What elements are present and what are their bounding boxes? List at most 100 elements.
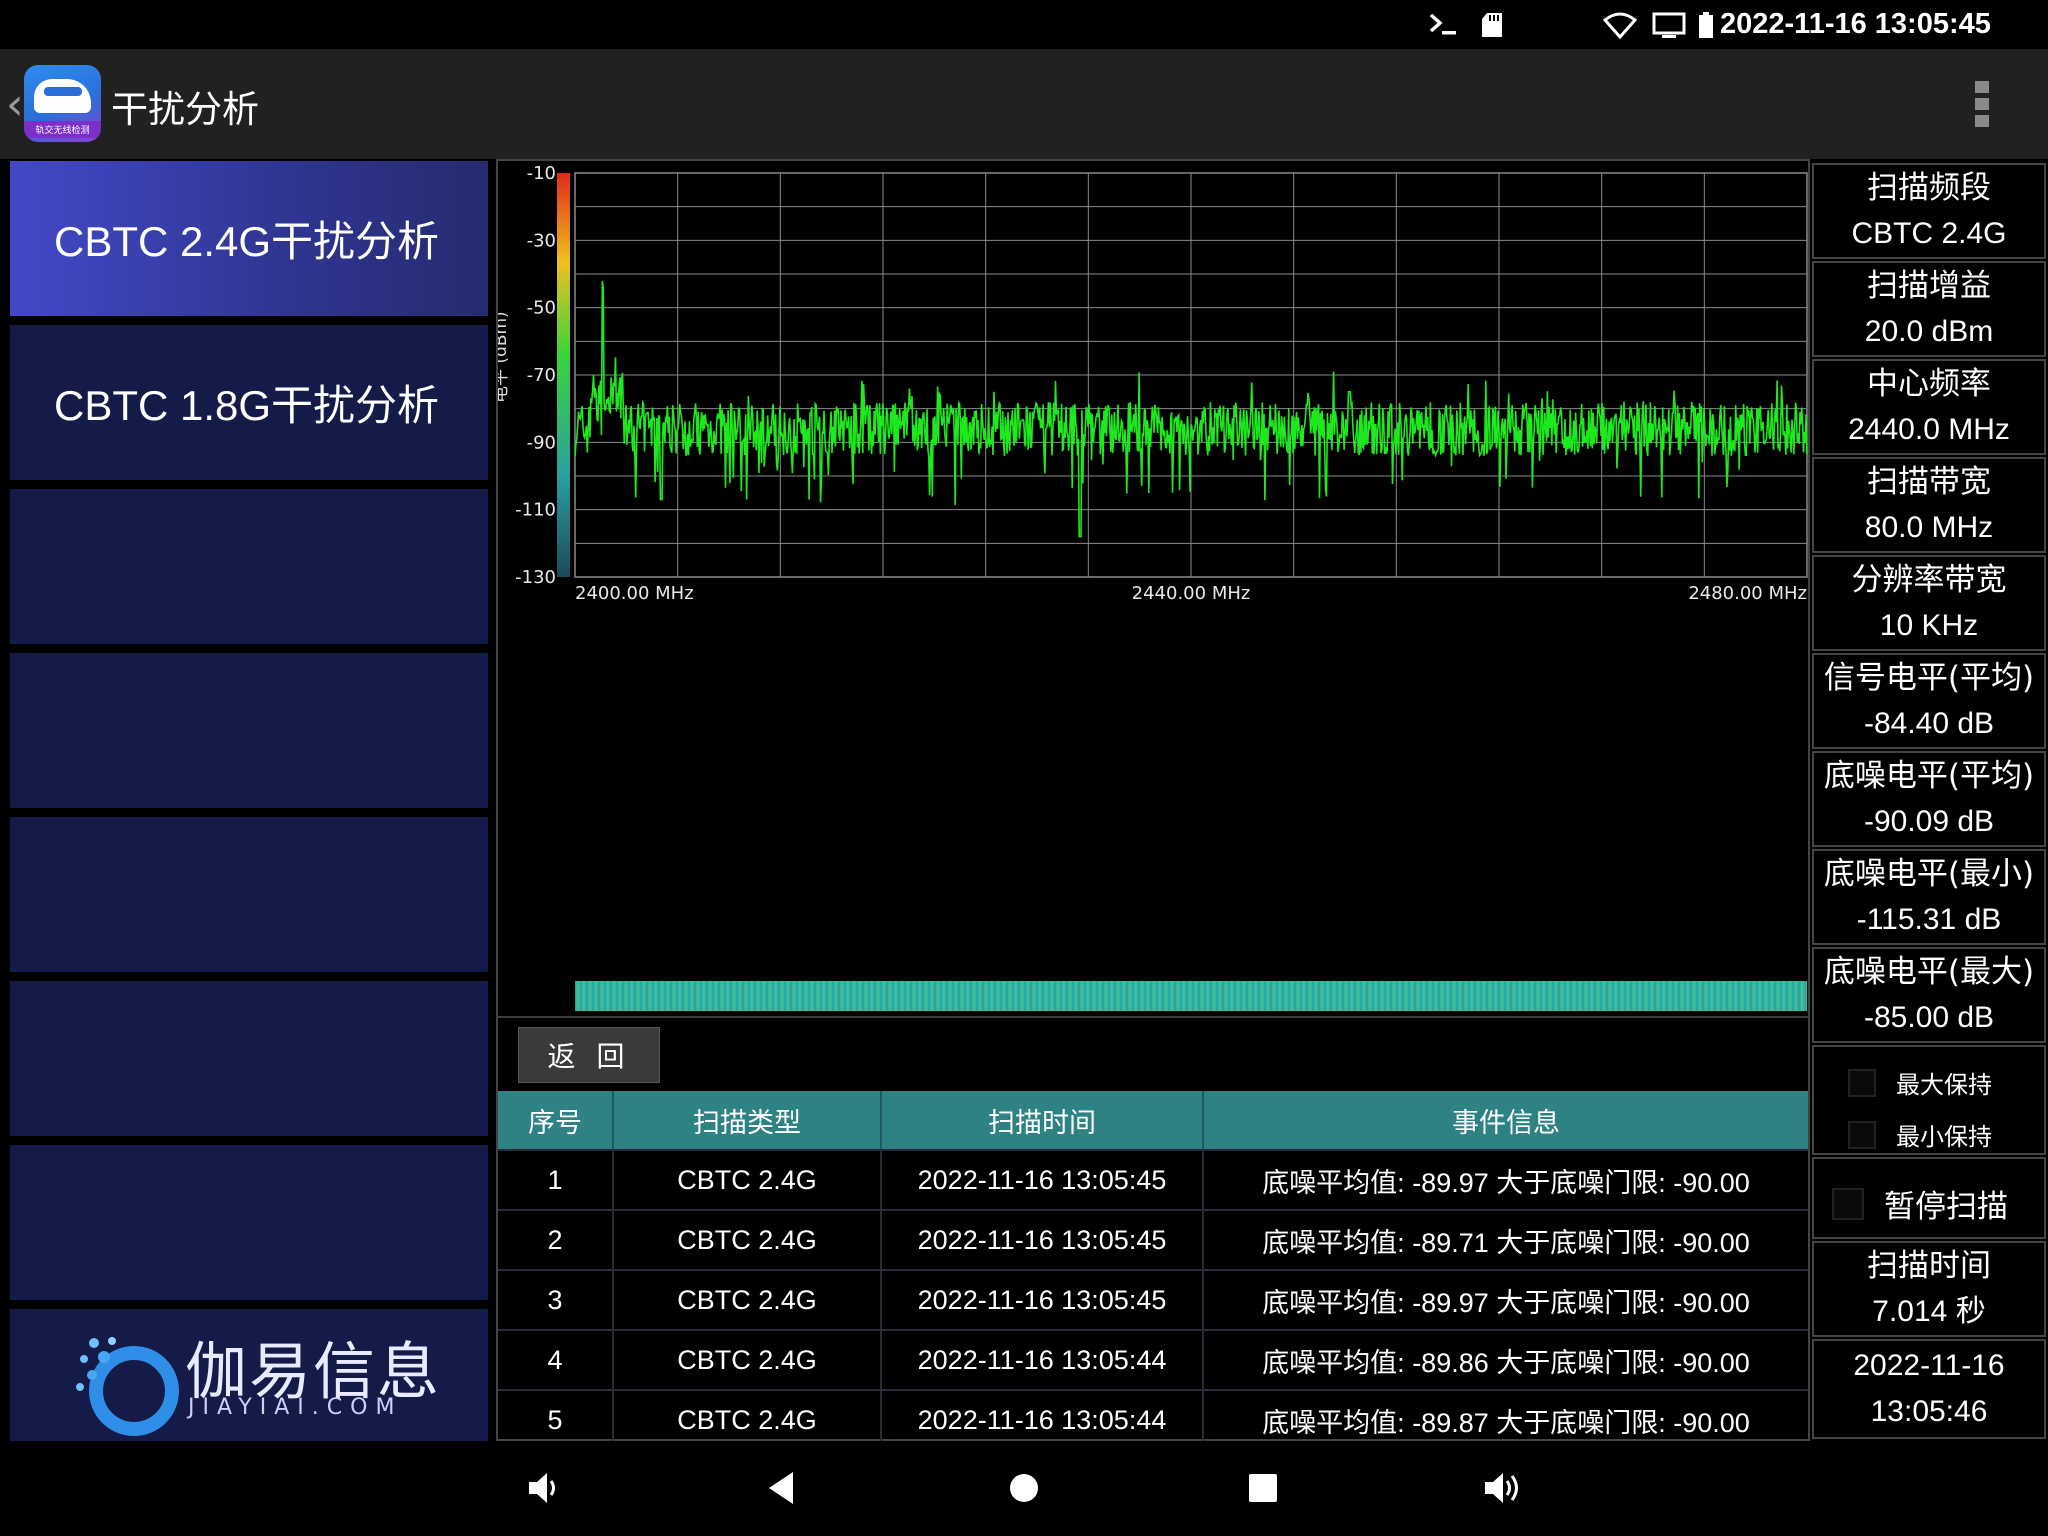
info-value: 7.014 秒: [1872, 1295, 1986, 1328]
table-header: 序号 扫描类型 扫描时间 事件信息: [498, 1091, 1808, 1151]
main-panel: 电平 (dBm) -10 -30 -50 -70 -90 -110 -130 2400.00…: [491, 159, 1810, 1451]
table-cell: 2022-11-16 13:05:45: [882, 1211, 1204, 1269]
sidebar-item-empty-3[interactable]: [10, 489, 488, 644]
table-row[interactable]: 4 CBTC 2.4G 2022-11-16 13:05:44 底噪平均值: -…: [498, 1331, 1808, 1391]
checkbox-box[interactable]: [1848, 1068, 1876, 1097]
info-value: -90.09 dB: [1863, 805, 1995, 838]
info-value: 10 KHz: [1879, 609, 1979, 642]
table-cell: 3: [498, 1271, 614, 1329]
color-scale-bar: [557, 173, 570, 577]
overflow-menu-icon[interactable]: [1975, 81, 1989, 127]
table-cell: 2022-11-16 13:05:44: [882, 1331, 1204, 1389]
y-tick-label: -70: [527, 365, 556, 386]
navigation-bar: [0, 1441, 2048, 1536]
volume-down-icon[interactable]: [518, 1463, 568, 1513]
info-panel: 扫描频段 CBTC 2.4G 扫描增益 20.0 dBm 中心频率 2440.0…: [1810, 159, 2048, 1441]
table-cell: CBTC 2.4G: [614, 1151, 882, 1209]
info-noise-level-avg: 底噪电平(平均) -90.09 dB: [1812, 751, 2046, 847]
max-hold-label: 最大保持: [1896, 1071, 1992, 1099]
info-label: 分辨率带宽: [1851, 562, 2007, 598]
info-label: 信号电平(平均): [1823, 660, 2035, 696]
y-tick-label: -90: [527, 432, 556, 453]
brand-logo-icon: [76, 1337, 179, 1436]
info-label: 扫描增益: [1867, 268, 1991, 304]
brand-banner: 伽易信息 JIAYIAI.COM: [10, 1309, 488, 1441]
monitor-icon: [1652, 0, 1686, 49]
checkbox-box[interactable]: [1832, 1187, 1864, 1220]
back-chevron-icon[interactable]: ‹: [6, 79, 24, 130]
back-button[interactable]: 返 回: [518, 1027, 660, 1083]
info-label: 底噪电平(最小): [1823, 856, 2035, 892]
spectrum-svg: 电平 (dBm) -10 -30 -50 -70 -90 -110 -130 2400.00…: [491, 163, 1808, 604]
col-header-scan-type: 扫描类型: [614, 1091, 882, 1149]
sidebar-item-empty-4[interactable]: [10, 653, 488, 808]
info-label: 底噪电平(平均): [1823, 758, 2035, 794]
table-cell: 2: [498, 1211, 614, 1269]
brand-name-en: JIAYIAI.COM: [188, 1395, 403, 1420]
terminal-icon: [1428, 0, 1460, 49]
app-logo-caption: 轨交无线检测: [24, 121, 101, 138]
checkbox-box[interactable]: [1848, 1120, 1876, 1149]
table-row[interactable]: 2 CBTC 2.4G 2022-11-16 13:05:45 底噪平均值: -…: [498, 1211, 1808, 1271]
min-hold-label: 最小保持: [1896, 1123, 1992, 1151]
x-tick-labels: 2400.00 MHz 2440.00 MHz 2480.00 MHz: [575, 583, 1807, 604]
x-tick-label: 2480.00 MHz: [1688, 583, 1807, 601]
col-header-event-info: 事件信息: [1452, 1107, 1560, 1139]
home-nav-icon[interactable]: [999, 1463, 1049, 1513]
table-cell: 底噪平均值: -89.86 大于底噪门限: -90.00: [1262, 1347, 1750, 1378]
pause-scan-label: 暂停扫描: [1884, 1189, 2008, 1225]
info-signal-level-avg: 信号电平(平均) -84.40 dB: [1812, 653, 2046, 749]
info-scan-gain: 扫描增益 20.0 dBm: [1812, 261, 2046, 357]
sd-card-icon: [1480, 0, 1504, 49]
battery-icon: [1698, 0, 1714, 49]
table-cell: CBTC 2.4G: [614, 1271, 882, 1329]
wifi-icon: [1603, 0, 1637, 49]
y-tick-label: -10: [527, 163, 556, 184]
table-cell: 底噪平均值: -89.97 大于底噪门限: -90.00: [1262, 1167, 1750, 1198]
table-row[interactable]: 1 CBTC 2.4G 2022-11-16 13:05:45 底噪平均值: -…: [498, 1151, 1808, 1211]
info-value: -84.40 dB: [1863, 707, 1995, 740]
info-value: CBTC 2.4G: [1851, 217, 2007, 250]
info-value: 80.0 MHz: [1864, 511, 1994, 544]
col-header-index: 序号: [498, 1091, 614, 1149]
sidebar-item-cbtc-1-8g[interactable]: CBTC 1.8G干扰分析: [10, 325, 488, 480]
info-noise-level-max: 底噪电平(最大) -85.00 dB: [1812, 947, 2046, 1043]
info-value: -115.31 dB: [1856, 903, 2002, 936]
sidebar-item-empty-5[interactable]: [10, 817, 488, 972]
info-resolution-bandwidth: 分辨率带宽 10 KHz: [1812, 555, 2046, 651]
info-label: 扫描频段: [1867, 170, 1991, 206]
info-time: 13:05:46: [1870, 1395, 1988, 1428]
sidebar-item-empty-6[interactable]: [10, 981, 488, 1136]
app-bar: ‹ 轨交无线检测 干扰分析: [0, 49, 2048, 159]
spectrum-chart: 电平 (dBm) -10 -30 -50 -70 -90 -110 -130 2400.00…: [491, 161, 1808, 1016]
table-cell: CBTC 2.4G: [614, 1211, 882, 1269]
y-tick-label: -110: [515, 500, 556, 521]
table-row[interactable]: 3 CBTC 2.4G 2022-11-16 13:05:45 底噪平均值: -…: [498, 1271, 1808, 1331]
table-cell: 4: [498, 1331, 614, 1389]
x-tick-label: 2440.00 MHz: [1132, 583, 1251, 601]
recents-nav-icon[interactable]: [1238, 1463, 1288, 1513]
info-datetime: 2022-11-16 13:05:46: [1812, 1339, 2046, 1439]
info-label: 中心频率: [1867, 366, 1991, 402]
y-tick-label: -30: [527, 230, 556, 251]
info-value: -85.00 dB: [1863, 1001, 1995, 1034]
table-cell: 2022-11-16 13:05:45: [882, 1271, 1204, 1329]
info-label: 扫描带宽: [1867, 464, 1991, 500]
section-divider: [498, 1016, 1808, 1018]
info-value: 2440.0 MHz: [1848, 413, 2010, 446]
sidebar: CBTC 2.4G干扰分析 CBTC 1.8G干扰分析 伽易信息 JIAYIAI…: [0, 159, 496, 1441]
volume-up-icon[interactable]: [1478, 1463, 1528, 1513]
pause-scan-checkbox[interactable]: 暂停扫描: [1832, 1181, 2008, 1226]
back-nav-icon[interactable]: [758, 1463, 808, 1513]
sidebar-item-cbtc-2-4g[interactable]: CBTC 2.4G干扰分析: [10, 161, 488, 316]
table-cell: 底噪平均值: -89.97 大于底噪门限: -90.00: [1262, 1287, 1750, 1318]
app-logo: 轨交无线检测: [24, 65, 101, 142]
max-hold-checkbox[interactable]: 最大保持: [1848, 1065, 1992, 1100]
sidebar-item-empty-7[interactable]: [10, 1145, 488, 1300]
y-tick-label: -50: [527, 298, 556, 319]
min-hold-checkbox[interactable]: 最小保持: [1848, 1117, 1992, 1152]
info-date: 2022-11-16: [1853, 1349, 2005, 1382]
info-scan-time: 扫描时间 7.014 秒: [1812, 1241, 2046, 1337]
status-time: 2022-11-16 13:05:45: [1720, 8, 1991, 40]
status-bar: 2022-11-16 13:05:45: [0, 0, 2048, 49]
